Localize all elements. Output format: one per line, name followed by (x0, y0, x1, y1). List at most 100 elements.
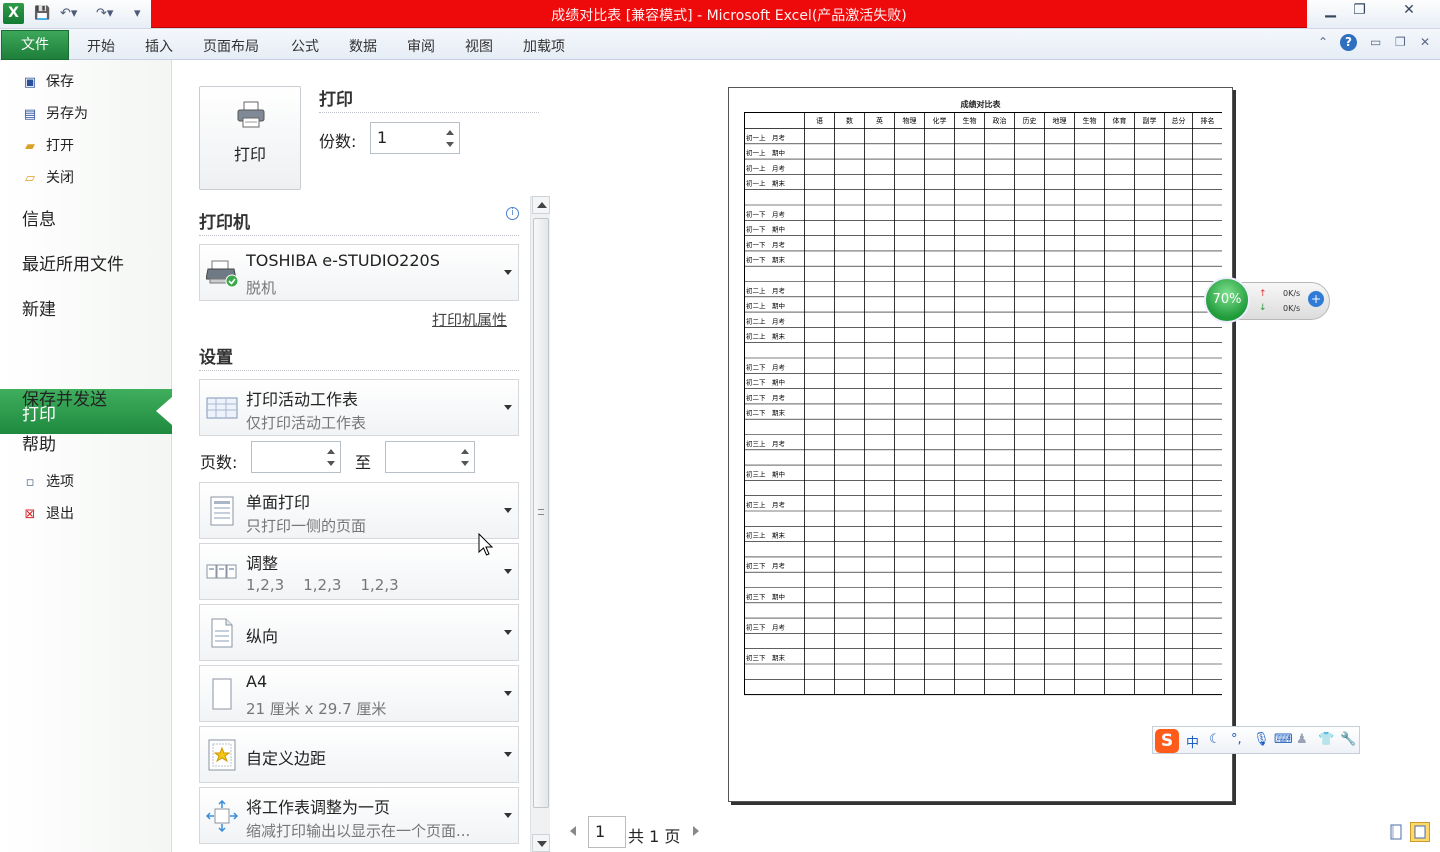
stepper-down-icon[interactable] (327, 461, 335, 466)
next-page-icon[interactable] (693, 826, 699, 836)
tab-insert[interactable]: 插入 (145, 36, 173, 56)
print-button[interactable]: 打印 (199, 86, 301, 190)
table-row-label: 初一下 期中 (746, 225, 785, 234)
speed-boost-icon[interactable]: + (1308, 291, 1324, 307)
table-header-cell: 生物 (963, 116, 977, 125)
print-section-title: 打印 (319, 90, 353, 110)
pages-to-stepper[interactable] (385, 441, 475, 473)
table-row-label: 初二下 月考 (746, 362, 786, 371)
scroll-grip (538, 509, 544, 515)
nav-save[interactable]: ▣ 保存 (22, 71, 74, 93)
show-margins-icon[interactable] (1386, 822, 1406, 842)
worksheet-icon (206, 397, 238, 419)
mouse-cursor-icon (478, 533, 494, 556)
help-icon[interactable]: ? (1340, 34, 1357, 51)
table-row-label: 初二上 月考 (746, 316, 786, 325)
page-number-input[interactable]: 1 (588, 816, 626, 848)
scroll-up-icon[interactable] (532, 196, 550, 214)
nav-save-send[interactable]: 保存并发送 (22, 385, 107, 410)
stepper-up-icon[interactable] (327, 449, 335, 454)
nav-help[interactable]: 帮助 (22, 430, 56, 455)
printer-device-icon (206, 260, 238, 288)
copies-label: 份数: (319, 132, 357, 151)
tab-view[interactable]: 视图 (465, 36, 493, 56)
table-row-label: 初三上 月考 (746, 500, 786, 509)
orientation-dropdown[interactable]: 纵向 (199, 604, 519, 661)
tab-home[interactable]: 开始 (87, 36, 115, 56)
nav-open[interactable]: ▰ 打开 (22, 135, 74, 157)
nav-recent[interactable]: 最近所用文件 (22, 250, 124, 275)
collapse-ribbon-icon[interactable]: ⌃ (1318, 35, 1328, 49)
upload-arrow-icon: ↑ (1259, 289, 1267, 299)
nav-info[interactable]: 信息 (22, 205, 56, 230)
sogou-logo-icon[interactable]: S (1155, 729, 1179, 753)
paper-size-subtitle: 21 厘米 x 29.7 厘米 (246, 700, 387, 718)
copies-stepper[interactable]: 1 (370, 122, 460, 154)
qat-undo-icon[interactable]: ↶▾ (60, 5, 77, 23)
user-icon[interactable]: ♟ (1296, 732, 1308, 747)
tab-data[interactable]: 数据 (349, 36, 377, 56)
ime-mode[interactable]: 中 (1186, 732, 1199, 751)
zoom-to-page-icon[interactable] (1410, 822, 1430, 842)
nav-close[interactable]: ▱ 关闭 (22, 167, 74, 189)
tab-addins[interactable]: 加载项 (523, 36, 565, 56)
paper-size-dropdown[interactable]: A4 21 厘米 x 29.7 厘米 (199, 665, 519, 722)
stepper-down-icon[interactable] (446, 142, 454, 147)
tab-file[interactable]: 文件 (1, 30, 69, 60)
microphone-icon[interactable]: 🎙 (1253, 732, 1270, 747)
settings-scrollbar[interactable] (530, 196, 550, 852)
table-row-label: 初三上 月考 (746, 439, 786, 448)
window-title: 成绩对比表 [兼容模式] - Microsoft Excel(产品激活失败) (551, 8, 907, 24)
margins-title: 自定义边距 (246, 749, 327, 768)
stepper-up-icon[interactable] (461, 449, 469, 454)
table-header-cell: 总分 (1172, 116, 1186, 125)
scroll-down-icon[interactable] (532, 834, 550, 852)
current-page: 1 (595, 822, 606, 841)
pages-from-stepper[interactable] (251, 441, 341, 473)
table-row-label: 初一下 月考 (746, 209, 786, 218)
doc-close-icon[interactable]: ✕ (1420, 35, 1430, 49)
table-header-cell: 数 (846, 116, 853, 125)
settings-wrench-icon[interactable]: 🔧 (1340, 732, 1356, 747)
printer-dropdown[interactable]: TOSHIBA e-STUDIO220S 脱机 (199, 244, 519, 301)
doc-restore-icon[interactable]: ❐ (1395, 35, 1406, 49)
stepper-down-icon[interactable] (461, 461, 469, 466)
nav-new[interactable]: 新建 (22, 295, 56, 320)
tab-page-layout[interactable]: 页面布局 (203, 36, 259, 56)
printer-status: 脱机 (246, 279, 277, 297)
doc-minimize-icon[interactable]: ▭ (1370, 35, 1381, 49)
network-speed-widget[interactable]: 70% ↑ ↓ 0K/s 0K/s + (1204, 277, 1330, 323)
table-row-label: 初二下 期中 (746, 378, 785, 387)
nav-exit[interactable]: ⊠ 退出 (22, 503, 74, 525)
restore-icon[interactable]: ❐ (1340, 0, 1379, 21)
collate-dropdown[interactable]: 调整 1,2,3 1,2,3 1,2,3 (199, 543, 519, 600)
excel-logo-icon[interactable]: X (3, 3, 24, 24)
table-header-cell: 副学 (1143, 116, 1157, 125)
skin-icon[interactable]: 👕 (1318, 732, 1334, 747)
prev-page-icon[interactable] (570, 826, 576, 836)
ime-toolbar[interactable]: S 中 ☾ °, 🎙 ⌨ ♟ 👕 🔧 (1152, 726, 1360, 754)
punctuation-icon[interactable]: °, (1231, 732, 1242, 747)
qat-save-icon[interactable]: 💾 (34, 5, 50, 23)
print-scope-dropdown[interactable]: 打印活动工作表 仅打印活动工作表 (199, 379, 519, 436)
half-width-icon[interactable]: ☾ (1209, 732, 1221, 747)
tab-formulas[interactable]: 公式 (291, 36, 319, 56)
close-window-icon[interactable]: ✕ (1388, 0, 1430, 21)
scroll-thumb[interactable] (533, 218, 549, 808)
printer-properties-link[interactable]: 打印机属性 (432, 309, 507, 330)
margins-dropdown[interactable]: 自定义边距 (199, 726, 519, 783)
info-icon[interactable]: i (506, 207, 519, 220)
nav-options[interactable]: ▫ 选项 (22, 471, 74, 493)
chevron-down-icon (504, 691, 512, 696)
sides-dropdown[interactable]: 单面打印 只打印一侧的页面 (199, 482, 519, 539)
qat-redo-icon[interactable]: ↷▾ (96, 5, 113, 23)
title-bar: X 💾 ↶▾ ↷▾ ▾ 成绩对比表 [兼容模式] - Microsoft Exc… (0, 0, 1440, 29)
print-button-label: 打印 (233, 145, 266, 164)
stepper-up-icon[interactable] (446, 130, 454, 135)
keyboard-icon[interactable]: ⌨ (1274, 732, 1293, 747)
separator (199, 370, 519, 371)
tab-review[interactable]: 审阅 (407, 36, 435, 56)
scaling-dropdown[interactable]: 将工作表调整为一页 缩减打印输出以显示在一个页面... (199, 787, 519, 844)
qat-customize-icon[interactable]: ▾ (134, 5, 141, 23)
nav-save-as[interactable]: ▤ 另存为 (22, 103, 88, 125)
